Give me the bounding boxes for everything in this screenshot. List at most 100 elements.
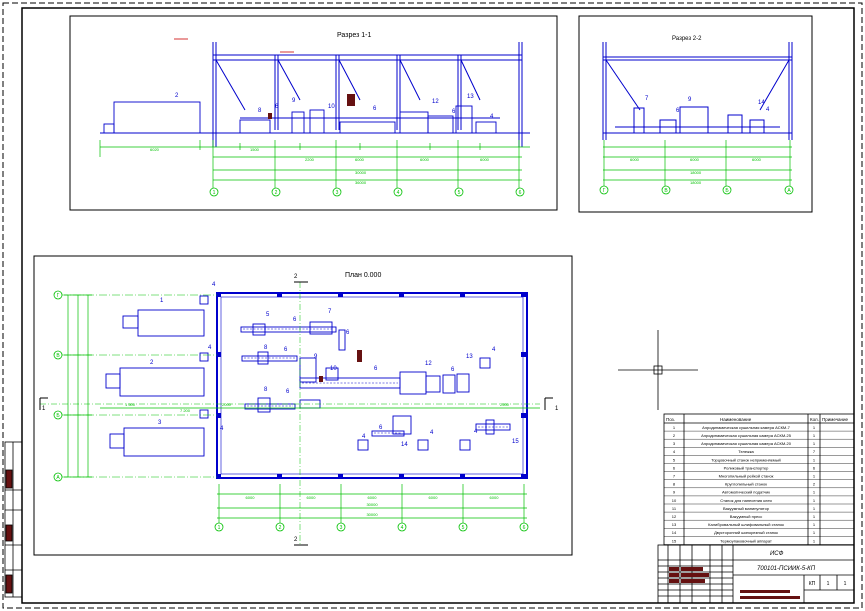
spec-row-name: Тележка (738, 449, 754, 454)
section-2-2: Разрез 2-2 7 9 6 14 4 6000 6000 6000 180… (578, 15, 813, 213)
spec-header-pos: Поз. (666, 417, 675, 422)
plan-axis-3: 3 (340, 525, 343, 531)
spec-row-pos: 2 (673, 433, 676, 438)
svg-text:3: 3 (158, 420, 162, 426)
spec-row-name: Аэродинамическая сушильная камера АСКМ-7 (702, 425, 790, 430)
svg-text:4: 4 (430, 430, 434, 436)
svg-text:6000: 6000 (630, 157, 640, 162)
spec-header-qty: Кол. (810, 417, 819, 422)
sec11-dim-total-2: 36000 (355, 180, 367, 185)
svg-text:6: 6 (293, 317, 297, 323)
crosshair-cursor-icon (618, 330, 698, 410)
svg-text:4: 4 (212, 282, 216, 288)
sec11-axis-1: 1 (213, 190, 216, 196)
sec22-axis-g: Г (603, 188, 606, 194)
svg-text:9: 9 (314, 354, 318, 360)
plan-axis-g: Г (57, 293, 60, 299)
svg-text:4: 4 (766, 107, 770, 113)
sec22-dim-total-1: 18000 (690, 170, 702, 175)
svg-text:7: 7 (328, 309, 332, 315)
spec-row-qty: 6 (813, 465, 816, 470)
svg-text:4: 4 (208, 345, 212, 351)
svg-text:15: 15 (512, 439, 519, 445)
spec-row-qty: 1 (813, 514, 816, 519)
spec-row-name: Многопильный рейкой станок (719, 474, 774, 479)
spec-row-qty: 1 (813, 425, 816, 430)
sec11-axis-4: 4 (397, 190, 400, 196)
svg-text:4: 4 (362, 434, 366, 440)
spec-row-name: Аэродинамическая сушильная камера АСКМ-2… (701, 441, 792, 446)
svg-text:6: 6 (676, 108, 680, 114)
section-1-1-title: Разрез 1-1 (337, 32, 371, 39)
svg-text:7: 7 (645, 96, 649, 102)
spec-row-qty: 1 (813, 538, 816, 543)
svg-text:2000: 2000 (222, 402, 232, 407)
svg-text:6: 6 (379, 425, 383, 431)
plan-axis-1: 1 (218, 525, 221, 531)
svg-text:10: 10 (328, 104, 335, 110)
spec-row-qty: 7 (813, 449, 816, 454)
sec11-axis-6: 6 (519, 190, 522, 196)
svg-text:2: 2 (175, 93, 179, 99)
spec-row-qty: 1 (813, 498, 816, 503)
spec-row-name: Термоупаковочный аппарат (720, 538, 772, 543)
svg-text:4: 4 (492, 347, 496, 353)
svg-text:8: 8 (264, 345, 268, 351)
plan-section-mark-2-bottom: 2 (294, 537, 298, 543)
plan-section-mark-1-left: 1 (42, 406, 46, 412)
spec-row-pos: 3 (673, 441, 676, 446)
plan-dim-4: 6000 (429, 495, 439, 500)
svg-text:6: 6 (374, 366, 378, 372)
spec-row-name: Автоматический податчик (722, 490, 770, 495)
spec-row-pos: 4 (673, 449, 676, 454)
plan-axis-4: 4 (401, 525, 404, 531)
sec11-axis-2: 2 (275, 190, 278, 196)
spec-row-qty: 1 (813, 474, 816, 479)
svg-text:10: 10 (330, 366, 337, 372)
plan-section-mark-2-top: 2 (294, 274, 298, 280)
title-block-stage: КП (809, 581, 816, 587)
svg-text:6000: 6000 (355, 157, 365, 162)
spec-row-pos: 9 (673, 490, 676, 495)
plan-section-mark-1-right: 1 (555, 406, 559, 412)
spec-row-pos: 13 (672, 522, 677, 527)
plan-axis-5: 5 (462, 525, 465, 531)
spec-row-pos: 14 (672, 530, 677, 535)
plan-dim-1: 6000 (246, 495, 256, 500)
svg-text:1: 1 (160, 298, 164, 304)
plan-dim-total-2: 30000 (366, 512, 378, 517)
svg-text:1 500: 1 500 (125, 402, 136, 407)
svg-text:4: 4 (220, 426, 224, 432)
svg-text:6000: 6000 (420, 157, 430, 162)
sec11-axis-5: 5 (458, 190, 461, 196)
svg-text:5: 5 (266, 312, 270, 318)
title-block-code: 700101-ПСИИК-5-КП (757, 566, 816, 572)
title-block-sheets: 1 (844, 581, 847, 587)
sec11-axis-3: 3 (336, 190, 339, 196)
spec-row-pos: 1 (673, 425, 676, 430)
spec-row-pos: 10 (672, 498, 677, 503)
spec-row-name: Двусторонний шипорезный станок (714, 530, 778, 535)
plan-dim-3: 6000 (368, 495, 378, 500)
sec22-dim-total-2: 18000 (690, 180, 702, 185)
svg-text:6020: 6020 (150, 147, 160, 152)
sec11-dim-total-1: 30000 (355, 170, 367, 175)
spec-row-pos: 8 (673, 482, 676, 487)
spec-row-qty: 1 (813, 530, 816, 535)
spec-row-pos: 11 (672, 506, 677, 511)
svg-text:9: 9 (292, 98, 296, 104)
spec-row-name: Станок для нанесения клея (720, 498, 771, 503)
svg-text:13: 13 (466, 354, 473, 360)
svg-text:13: 13 (467, 94, 474, 100)
spec-row-qty: 1 (813, 506, 816, 511)
spec-row-name: Роликовый транспортер (724, 465, 770, 470)
spec-table: Поз. Наименование Кол. Примечание 1 Аэрод… (663, 413, 855, 546)
svg-text:1500: 1500 (250, 147, 260, 152)
plan-axis-6: 6 (523, 525, 526, 531)
spec-row-name: Калибровальный шлифовальный станок (708, 522, 784, 527)
spec-row-pos: 12 (672, 514, 677, 519)
svg-text:7 200: 7 200 (180, 408, 191, 413)
spec-row-qty: 2 (813, 482, 816, 487)
svg-text:14: 14 (758, 100, 765, 106)
svg-text:2200: 2200 (305, 157, 315, 162)
